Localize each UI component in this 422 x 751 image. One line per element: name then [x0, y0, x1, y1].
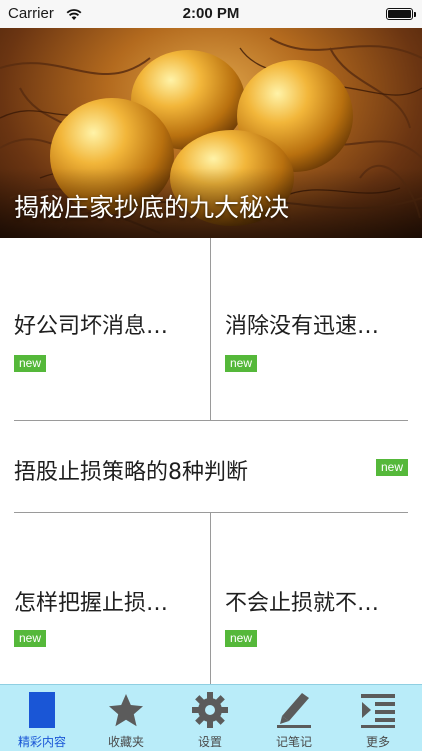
new-badge: new	[225, 355, 258, 372]
article-cell[interactable]: 不会止损就不… new	[211, 513, 422, 684]
page-icon	[28, 691, 56, 733]
tab-label: 记笔记	[275, 735, 312, 749]
gear-icon	[191, 691, 229, 733]
featured-banner[interactable]: 揭秘庄家抄底的九大秘决	[0, 28, 422, 238]
tab-bar: 精彩内容 收藏夹 设置 记笔记 更多	[0, 684, 422, 751]
tab-label: 设置	[197, 735, 222, 749]
pen-icon	[275, 691, 313, 733]
tab-label: 精彩内容	[17, 735, 66, 749]
article-title: 怎样把握止损…	[14, 591, 169, 616]
article-cell[interactable]: 消除没有迅速… new	[211, 238, 422, 420]
list-icon	[359, 691, 397, 733]
battery-icon	[386, 8, 416, 20]
article-cell[interactable]: 捂股止损策略的8种判断 new	[0, 421, 422, 512]
status-bar: Carrier 2:00 PM	[0, 0, 422, 28]
banner-title: 揭秘庄家抄底的九大秘决	[14, 193, 290, 222]
article-cell[interactable]: 怎样把握止损… new	[0, 513, 210, 684]
new-badge: new	[14, 355, 47, 372]
article-title: 捂股止损策略的8种判断	[14, 460, 248, 485]
tab-more[interactable]: 更多	[336, 685, 420, 751]
new-badge: new	[376, 459, 409, 476]
tab-notes[interactable]: 记笔记	[252, 685, 336, 751]
tab-label: 收藏夹	[107, 735, 144, 749]
tab-settings[interactable]: 设置	[168, 685, 252, 751]
article-title: 消除没有迅速…	[225, 314, 380, 339]
star-icon	[107, 691, 145, 733]
tab-favorites[interactable]: 收藏夹	[84, 685, 168, 751]
clock: 2:00 PM	[182, 5, 240, 22]
new-badge: new	[14, 630, 47, 647]
tab-label: 更多	[365, 735, 390, 749]
article-title: 不会止损就不…	[225, 591, 380, 616]
article-cell[interactable]: 好公司坏消息… new	[0, 238, 210, 420]
article-title: 好公司坏消息…	[14, 314, 169, 339]
tab-featured[interactable]: 精彩内容	[0, 685, 84, 751]
new-badge: new	[225, 630, 258, 647]
